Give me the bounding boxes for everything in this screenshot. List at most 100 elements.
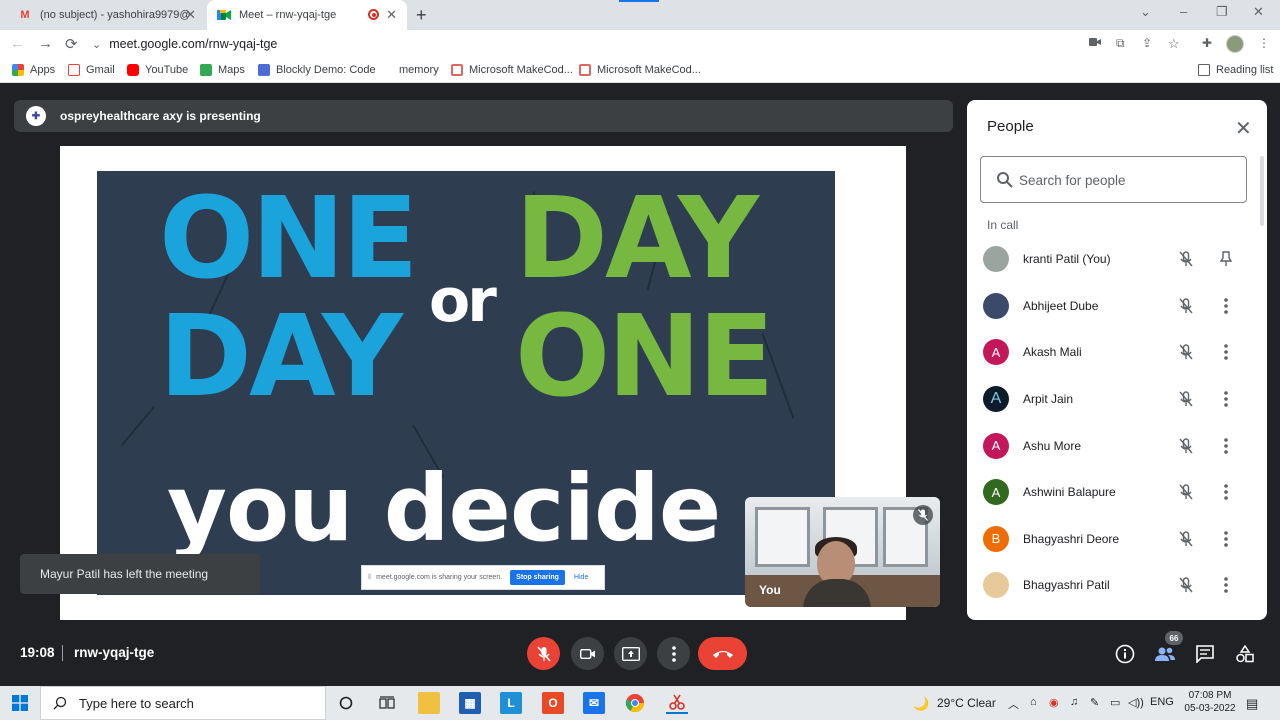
makecode-icon xyxy=(451,64,463,76)
stop-sharing-button[interactable]: Stop sharing xyxy=(510,570,565,585)
cortana-icon[interactable] xyxy=(335,692,357,714)
chrome-icon[interactable] xyxy=(624,692,646,714)
hide-button[interactable]: Hide xyxy=(574,574,588,581)
camera-icon[interactable] xyxy=(1089,36,1101,50)
speaker-icon[interactable]: ◁)) xyxy=(1128,696,1144,709)
chat-button[interactable] xyxy=(1194,643,1216,665)
new-tab-button[interactable]: + xyxy=(416,5,427,26)
network-icon[interactable]: ⌂ xyxy=(1030,696,1037,708)
close-tab-icon[interactable]: ✕ xyxy=(185,7,196,23)
bookmark-memory[interactable]: memory xyxy=(381,64,439,76)
participant-row[interactable]: A Arpit Jain xyxy=(967,376,1267,423)
mail-icon[interactable]: ✉ xyxy=(583,692,605,714)
back-icon[interactable]: ← xyxy=(10,35,25,52)
extensions-icon[interactable]: ✚ xyxy=(1202,36,1212,50)
snipping-tool-icon[interactable] xyxy=(666,692,688,714)
youtube-icon xyxy=(127,64,139,76)
scrollbar[interactable] xyxy=(1260,156,1264,226)
windows-start-icon[interactable] xyxy=(12,695,28,716)
language-indicator[interactable]: ENG xyxy=(1150,696,1174,708)
close-window-button[interactable]: ✕ xyxy=(1253,4,1264,20)
present-screen-button[interactable] xyxy=(614,637,647,670)
share-message: meet.google.com is sharing your screen. xyxy=(376,574,503,581)
bookmark-label: Apps xyxy=(30,64,56,76)
task-view-icon[interactable] xyxy=(376,692,398,714)
l-app-icon[interactable]: L xyxy=(500,692,522,714)
more-options-icon[interactable] xyxy=(1217,295,1235,317)
drag-handle-icon[interactable]: ⦀ xyxy=(368,574,371,582)
reload-icon[interactable]: ⟳ xyxy=(65,35,78,53)
self-video-tile[interactable]: You xyxy=(745,497,940,607)
avatar xyxy=(983,246,1009,273)
bookmark-makecode-1[interactable]: Microsoft MakeCod... xyxy=(451,64,573,76)
close-icon[interactable]: ✕ xyxy=(1235,116,1252,141)
minimize-button[interactable]: – xyxy=(1180,4,1187,19)
battery-icon[interactable]: ▭ xyxy=(1110,696,1120,709)
meeting-details-button[interactable] xyxy=(1114,643,1136,665)
toast-text: Mayur Patil has left the meeting xyxy=(40,567,209,581)
mic-tray-icon[interactable]: ♫ xyxy=(1070,696,1078,708)
profile-avatar[interactable] xyxy=(1226,35,1244,53)
avatar: A xyxy=(983,432,1009,459)
more-options-icon[interactable] xyxy=(1217,574,1235,596)
weather-icon[interactable]: 🌙 xyxy=(913,696,929,712)
pin-icon[interactable] xyxy=(1217,248,1235,270)
mic-off-icon xyxy=(1175,481,1197,503)
people-title: People xyxy=(987,118,1034,135)
makecode-icon xyxy=(579,64,591,76)
menu-icon[interactable]: ⋮ xyxy=(1258,36,1270,50)
bookmark-makecode-2[interactable]: Microsoft MakeCod... xyxy=(579,64,701,76)
slide-word-or: or xyxy=(429,266,497,336)
bookmark-blockly[interactable]: Blockly Demo: Code xyxy=(258,64,376,76)
mic-off-icon xyxy=(1175,574,1197,596)
more-options-icon[interactable] xyxy=(1217,528,1235,550)
forward-icon[interactable]: → xyxy=(38,35,53,52)
participant-row[interactable]: Bhagyashri Patil xyxy=(967,562,1267,609)
more-options-icon[interactable] xyxy=(1217,341,1235,363)
open-external-icon[interactable]: ⧉ xyxy=(1116,36,1125,51)
participant-row[interactable]: A Ashu More xyxy=(967,422,1267,469)
office-icon[interactable]: O xyxy=(542,692,564,714)
leave-call-button[interactable] xyxy=(698,637,747,670)
store-icon[interactable]: ▦ xyxy=(459,692,481,714)
camera-toggle-button[interactable] xyxy=(571,637,604,670)
more-options-button[interactable] xyxy=(657,637,690,670)
more-options-icon[interactable] xyxy=(1217,435,1235,457)
reading-list[interactable]: Reading list xyxy=(1198,64,1273,76)
bookmark-star-icon[interactable]: ☆ xyxy=(1168,36,1180,52)
more-options-icon[interactable] xyxy=(1217,481,1235,503)
people-search xyxy=(980,156,1247,203)
participant-row[interactable]: Abhijeet Dube xyxy=(967,283,1267,330)
tab-search-icon[interactable]: ⌄ xyxy=(1140,4,1151,20)
taskbar-search[interactable]: Type here to search xyxy=(40,686,326,720)
bookmark-apps[interactable]: Apps xyxy=(12,64,55,76)
participant-name: Arpit Jain xyxy=(1023,392,1074,407)
edit-icon[interactable]: ✎ xyxy=(1090,696,1099,709)
clock[interactable]: 07:08 PM 05-03-2022 xyxy=(1180,689,1240,715)
maximize-button[interactable]: ❐ xyxy=(1216,4,1228,20)
bookmark-youtube[interactable]: YouTube xyxy=(127,64,188,76)
chevron-up-icon[interactable]: ︿ xyxy=(1008,696,1019,712)
weather-text[interactable]: 29°C Clear xyxy=(937,696,996,710)
bookmark-gmail[interactable]: Gmail xyxy=(68,64,115,76)
activities-button[interactable] xyxy=(1234,643,1256,665)
bookmark-maps[interactable]: Maps xyxy=(200,64,245,76)
notification-icon[interactable]: ▤ xyxy=(1246,696,1258,712)
share-icon[interactable]: ⇪ xyxy=(1142,36,1152,50)
address-bar[interactable]: ⌄ meet.google.com/rnw-yqaj-tge xyxy=(92,33,1192,55)
more-options-icon[interactable] xyxy=(1217,388,1235,410)
tab-gmail[interactable]: M (no subject) - yashohira9979@gr ✕ xyxy=(8,0,206,30)
search-input[interactable] xyxy=(1019,170,1229,190)
file-explorer-icon[interactable] xyxy=(418,692,440,714)
site-info-icon[interactable]: ⌄ xyxy=(92,38,101,51)
people-button[interactable] xyxy=(1154,643,1176,665)
close-tab-icon[interactable]: ✕ xyxy=(386,7,397,23)
mic-toggle-button[interactable] xyxy=(527,637,560,670)
participant-row[interactable]: A Ashwini Balapure xyxy=(967,469,1267,516)
participant-row[interactable]: A Akash Mali xyxy=(967,329,1267,376)
participant-row[interactable]: kranti Patil (You) xyxy=(967,236,1267,283)
security-icon[interactable]: ◉ xyxy=(1049,696,1059,709)
meeting-code: rnw-yqaj-tge xyxy=(74,645,155,660)
participant-row[interactable]: B Bhagyashri Deore xyxy=(967,516,1267,563)
presenter-text: ospreyhealthcare axy is presenting xyxy=(60,109,261,123)
